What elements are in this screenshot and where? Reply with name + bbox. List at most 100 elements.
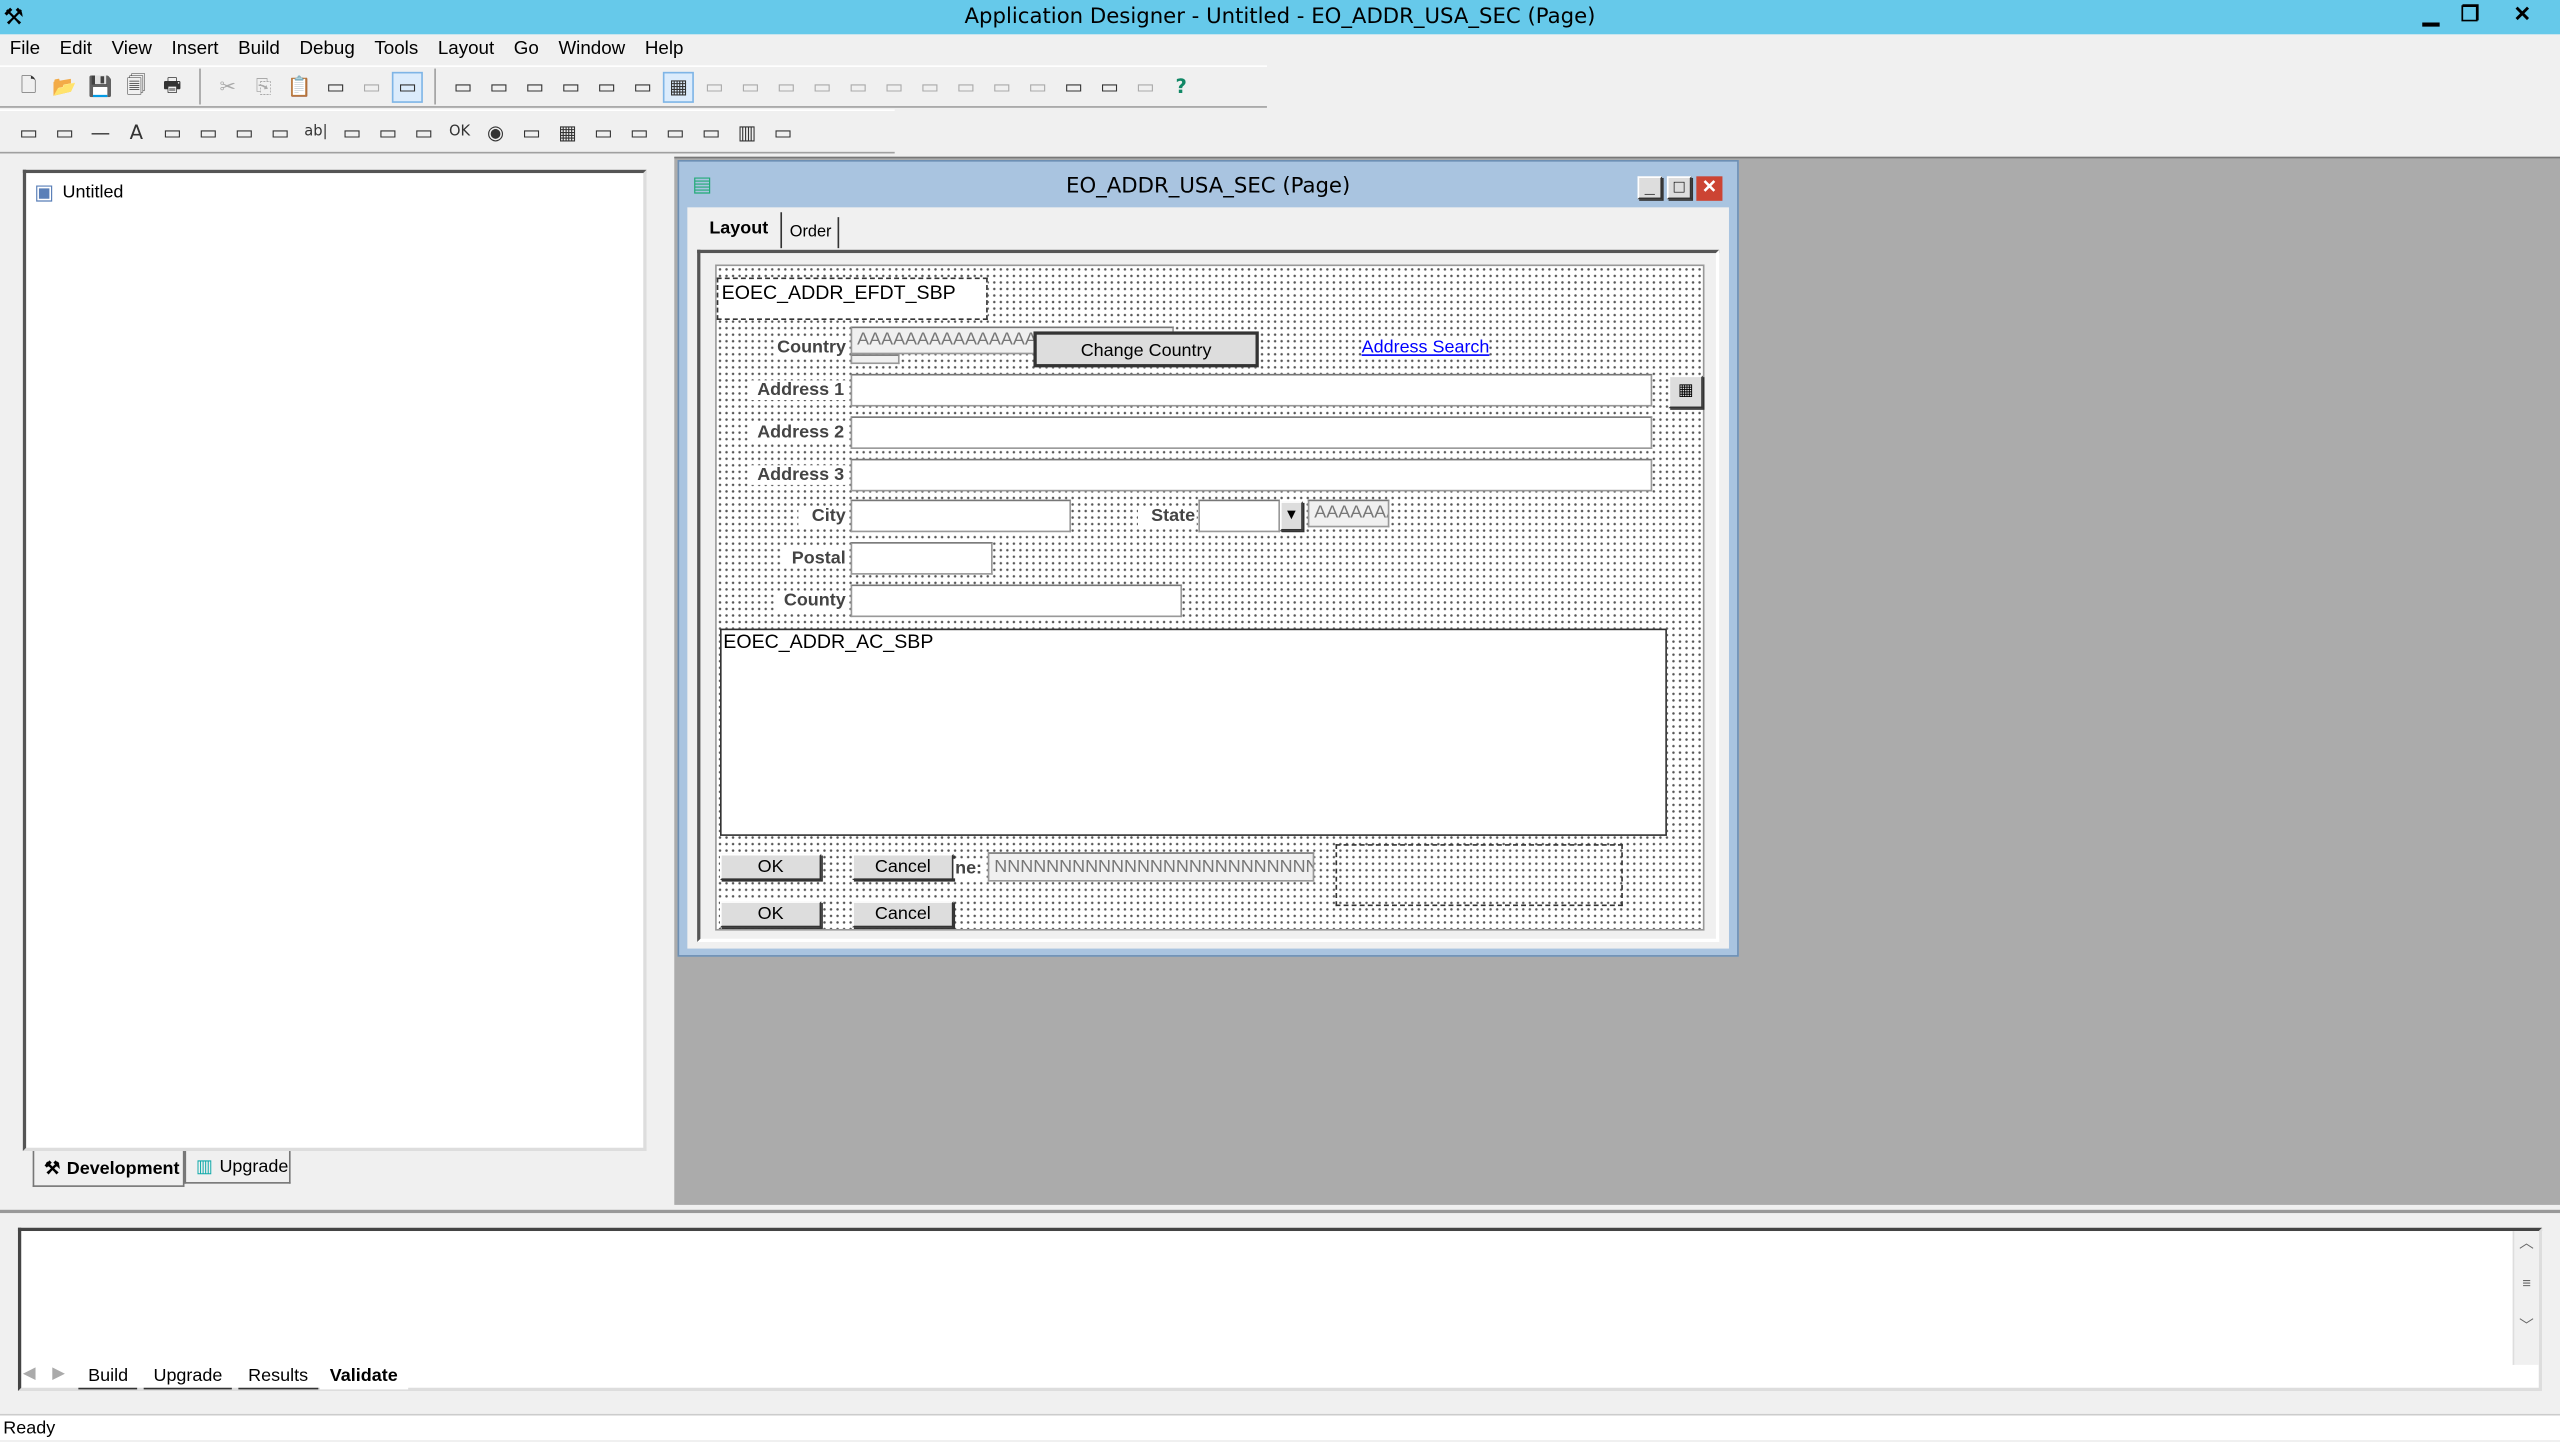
menu-tools[interactable]: Tools	[365, 36, 428, 64]
output-tab-results[interactable]: Results	[238, 1363, 318, 1390]
save-all-icon[interactable]: 🗐	[121, 71, 152, 102]
chart-icon[interactable]: ▥	[731, 116, 762, 147]
menu-build[interactable]: Build	[228, 36, 289, 64]
disabled-icon[interactable]: ▭	[356, 71, 387, 102]
state-dropdown-button[interactable]: ▼	[1279, 501, 1303, 531]
page-canvas[interactable]: EOEC_ADDR_EFDT_SBP Country AAAAAAAAAAAAA…	[715, 264, 1705, 931]
disabled-icon[interactable]: ▭	[1130, 71, 1161, 102]
grid-box-icon[interactable]: ▭	[264, 116, 295, 147]
output-tab-upgrade[interactable]: Upgrade	[143, 1363, 233, 1390]
space-center-icon[interactable]: ▭	[986, 71, 1017, 102]
menu-debug[interactable]: Debug	[290, 36, 365, 64]
tab-scroll-left-icon[interactable]: ◀	[23, 1365, 36, 1383]
record-icon[interactable]: ▭	[519, 71, 550, 102]
line-icon[interactable]: —	[85, 116, 116, 147]
copy-icon[interactable]: ⎘	[248, 71, 279, 102]
properties-icon[interactable]: ▭	[320, 71, 351, 102]
align-middle-icon[interactable]: ▭	[878, 71, 909, 102]
child-minimize-button[interactable]: _	[1637, 176, 1663, 200]
align-top-icon[interactable]: ▭	[842, 71, 873, 102]
county-field[interactable]	[850, 584, 1183, 618]
ok-button[interactable]: OK	[719, 853, 822, 880]
scroll-down-icon[interactable]: ﹀	[2514, 1314, 2538, 1335]
menu-file[interactable]: File	[0, 36, 50, 64]
long-edit-icon[interactable]: ▭	[336, 116, 367, 147]
change-country-button[interactable]: Change Country	[1033, 331, 1259, 368]
tab-upgrade[interactable]: ▥ Upgrade	[184, 1151, 291, 1184]
help-icon[interactable]: ?	[1166, 71, 1197, 102]
scroll-thumb[interactable]: ≡	[2514, 1275, 2538, 1291]
image-field-icon[interactable]: ▭	[372, 116, 403, 147]
radio-icon[interactable]: ◉	[480, 116, 511, 147]
space-left-icon[interactable]: ▭	[950, 71, 981, 102]
disabled-icon[interactable]: ▭	[699, 71, 730, 102]
align-center-icon[interactable]: ▭	[771, 71, 802, 102]
state-field[interactable]	[1198, 499, 1280, 533]
tab-scroll-right-icon[interactable]: ▶	[52, 1365, 65, 1383]
menu-view[interactable]: View	[102, 36, 162, 64]
align-left-icon[interactable]: ▭	[735, 71, 766, 102]
grid-icon[interactable]: ▦	[662, 71, 694, 103]
postal-field[interactable]	[850, 542, 993, 575]
select-icon[interactable]: ▭	[447, 71, 478, 102]
scroll-bar-icon[interactable]: ▭	[624, 116, 655, 147]
tab-layout[interactable]: Layout	[697, 212, 783, 249]
scroll-up-icon[interactable]: ︿	[2514, 1231, 2538, 1252]
output-tab-build[interactable]: Build	[78, 1363, 138, 1390]
tab-order[interactable]: Order	[784, 217, 840, 249]
state-descr-field[interactable]: AAAAAAAAAA	[1307, 499, 1390, 528]
menu-layout[interactable]: Layout	[428, 36, 504, 64]
checkbox-icon[interactable]: ▭	[229, 116, 260, 147]
analytic-icon[interactable]: ▭	[767, 116, 798, 147]
tree-root-untitled[interactable]: Untitled	[63, 183, 124, 203]
empty-subpage-box[interactable]	[1335, 844, 1623, 907]
image-icon[interactable]: ▭	[157, 116, 188, 147]
print-icon[interactable]: 🖶	[157, 71, 188, 102]
country-descr-field[interactable]	[850, 354, 900, 365]
subpage-efdt[interactable]: EOEC_ADDR_EFDT_SBP	[716, 277, 988, 320]
address3-field[interactable]	[850, 458, 1653, 492]
menu-go[interactable]: Go	[504, 36, 549, 64]
ok-button-icon[interactable]: OK	[444, 116, 475, 147]
scroll-area-icon[interactable]: ▭	[588, 116, 619, 147]
child-maximize-button[interactable]: □	[1666, 176, 1692, 200]
city-field[interactable]	[850, 499, 1072, 533]
output-tab-validate[interactable]: Validate	[319, 1363, 408, 1390]
open-icon[interactable]: 📂	[49, 71, 80, 102]
cancel-button[interactable]: Cancel	[852, 853, 954, 880]
push-button-icon[interactable]: ▭	[193, 116, 224, 147]
paste-icon[interactable]: 📋	[284, 71, 315, 102]
n-field[interactable]: NNNNNNNNNNNNNNNNNNNNNNNNNNNNNN	[987, 852, 1315, 882]
project-tree[interactable]: ▣ Untitled	[22, 169, 647, 1152]
grid-icon[interactable]: ▦	[552, 116, 583, 147]
minimize-button[interactable]: ▁	[2410, 0, 2452, 29]
menu-edit[interactable]: Edit	[50, 36, 102, 64]
tab-development[interactable]: ⚒ Development	[32, 1151, 185, 1187]
cut-icon[interactable]: ✂	[212, 71, 243, 102]
size-icon[interactable]: ▭	[1058, 71, 1089, 102]
edit-box-icon[interactable]: ab|	[300, 116, 331, 147]
restore-button[interactable]: ❐	[2449, 0, 2491, 29]
cancel-button-2[interactable]: Cancel	[852, 901, 954, 928]
text-icon[interactable]: A	[121, 116, 152, 147]
component-icon[interactable]: ▭	[555, 71, 586, 102]
ok-button-2[interactable]: OK	[719, 901, 822, 928]
secondary-page-icon[interactable]: ▭	[696, 116, 727, 147]
child-close-button[interactable]: ✕	[1696, 176, 1723, 201]
space-right-icon[interactable]: ▭	[1022, 71, 1053, 102]
subpage-ac[interactable]: EOEC_ADDR_AC_SBP	[719, 628, 1667, 836]
address-lookup-button[interactable]: ▦	[1668, 375, 1703, 409]
address-search-link[interactable]: Address Search	[1361, 337, 1490, 358]
address1-field[interactable]	[850, 373, 1653, 407]
new-icon[interactable]: 🗋	[13, 71, 44, 102]
align-right-icon[interactable]: ▭	[807, 71, 838, 102]
menu-insert[interactable]: Insert	[162, 36, 229, 64]
test-icon[interactable]: ▭	[1094, 71, 1125, 102]
menu-window[interactable]: Window	[549, 36, 635, 64]
tree-icon[interactable]: ▭	[516, 116, 547, 147]
output-scrollbar[interactable]: ︿ ≡ ﹀	[2512, 1231, 2539, 1365]
listbox-icon[interactable]: ▭	[408, 116, 439, 147]
view-definition-icon[interactable]: ▭	[391, 71, 423, 103]
group-box-icon[interactable]: ▭	[49, 116, 80, 147]
field-list-icon[interactable]: ▭	[627, 71, 658, 102]
